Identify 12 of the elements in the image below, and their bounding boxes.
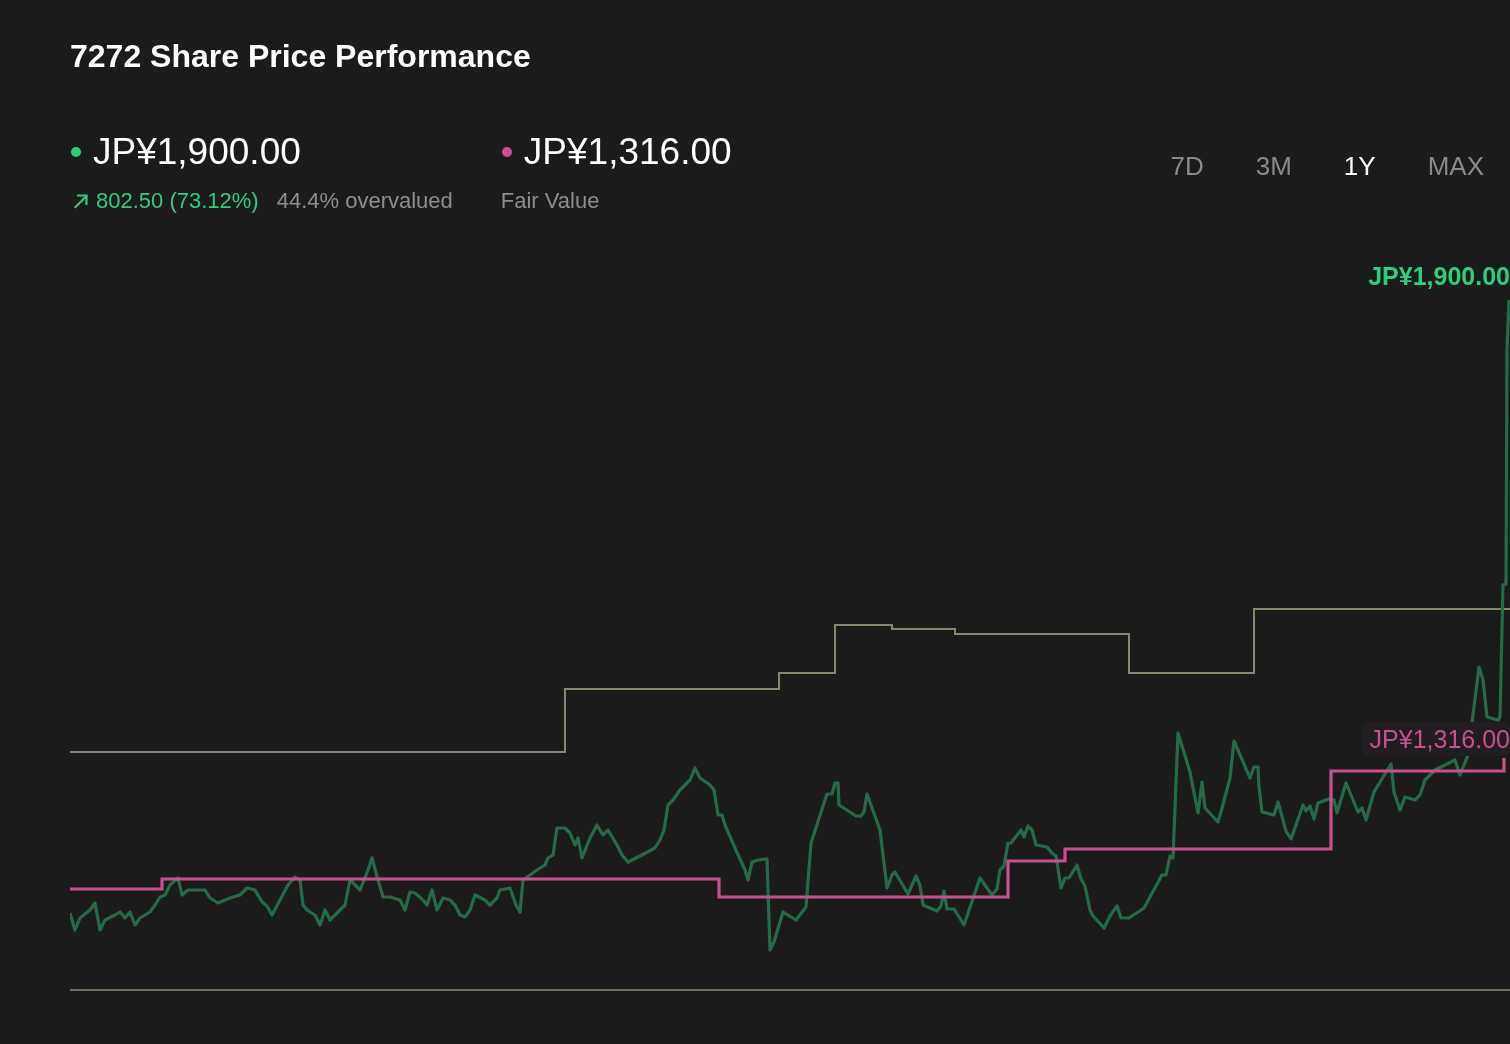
valuation-note: 44.4% overvalued — [276, 188, 453, 214]
period-tab[interactable]: 1Y — [1343, 151, 1376, 181]
up-arrow-icon — [73, 193, 89, 209]
period-tab[interactable]: 3M — [1255, 151, 1292, 181]
fair-value-caption: Fair Value — [500, 188, 600, 214]
fair-value-amount: JP¥1,316.00 — [523, 130, 732, 174]
chart-title: 7272 Share Price Performance — [70, 37, 531, 76]
period-tab[interactable]: 7D — [1170, 151, 1204, 181]
price-value: JP¥1,900.00 — [93, 130, 301, 174]
period-tab[interactable]: MAX — [1427, 151, 1484, 181]
fair-value-label: JP¥1,316.00 — [1361, 722, 1510, 756]
price-change: 802.50 (73.12%) — [96, 188, 259, 214]
